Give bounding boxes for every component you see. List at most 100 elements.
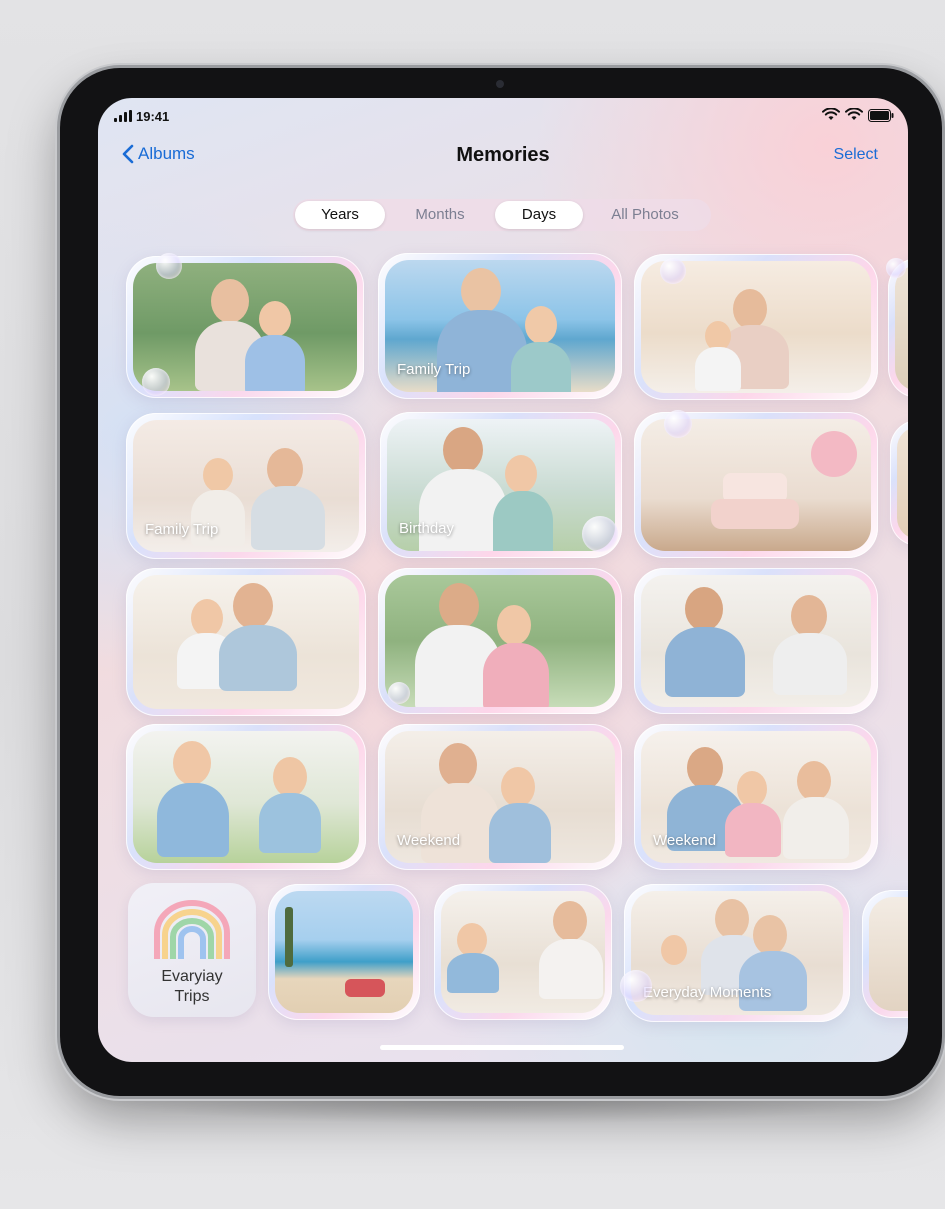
person: [251, 486, 325, 550]
person: [525, 306, 557, 344]
memory-photo: [385, 575, 615, 707]
segment-days[interactable]: Days: [495, 201, 583, 229]
person: [489, 803, 551, 863]
decorative-bubble: [664, 410, 692, 438]
person: [259, 793, 321, 853]
segment-months[interactable]: Months: [385, 201, 495, 229]
person: [737, 771, 767, 807]
memory-photo: [133, 263, 357, 391]
flower-vase: [811, 431, 857, 477]
album-everyday-trips[interactable]: Evaryiay Trips: [128, 883, 256, 1017]
album-title-line: Evaryiay: [161, 968, 223, 985]
decorative-bubble: [660, 258, 686, 284]
memory-photo: [641, 419, 871, 551]
battery-icon: [868, 108, 894, 122]
person: [791, 595, 827, 637]
person: [493, 491, 553, 551]
boat: [345, 979, 385, 997]
decorative-bubble: [156, 253, 182, 279]
person: [439, 583, 479, 629]
person: [553, 901, 587, 941]
person: [211, 279, 249, 323]
memory-card[interactable]: Everyday Moments: [624, 884, 850, 1022]
palm-tree: [285, 907, 293, 967]
person: [273, 757, 307, 797]
front-camera: [496, 80, 504, 88]
person: [797, 761, 831, 801]
memory-label: Family Trip: [397, 361, 471, 378]
rainbow-arch-icon: [154, 900, 230, 959]
person: [443, 427, 483, 473]
person: [457, 923, 487, 957]
memory-photo: [895, 265, 908, 391]
wifi-icon: [845, 108, 863, 120]
memory-card[interactable]: Weekend: [378, 724, 622, 870]
person: [687, 747, 723, 789]
memory-photo: [869, 897, 908, 1011]
memory-card[interactable]: [634, 568, 878, 714]
person: [665, 627, 745, 697]
person: [173, 741, 211, 785]
person: [511, 342, 571, 392]
decorative-bubble: [582, 516, 618, 552]
memory-card[interactable]: [890, 420, 908, 546]
navigation-bar: Albums Memories Select: [98, 142, 908, 176]
wifi-icon: [822, 108, 840, 120]
memory-card[interactable]: [434, 884, 612, 1020]
memory-card[interactable]: [126, 724, 366, 870]
memory-label: Everyday Moments: [643, 984, 772, 1001]
person: [685, 587, 723, 631]
decorative-bubble: [388, 682, 410, 704]
memory-card[interactable]: [862, 890, 908, 1018]
person: [539, 939, 603, 999]
memory-card[interactable]: [378, 568, 622, 714]
person: [421, 783, 499, 863]
status-time: 19:41: [136, 109, 170, 124]
memory-card[interactable]: Family Trip: [378, 253, 622, 399]
home-indicator[interactable]: [380, 1045, 624, 1050]
person: [773, 633, 847, 695]
memory-card[interactable]: Family Trip: [126, 413, 366, 559]
memory-card[interactable]: [268, 884, 420, 1020]
person: [505, 455, 537, 493]
memory-photo: [441, 891, 605, 1013]
segment-all-photos[interactable]: All Photos: [583, 201, 707, 229]
segment-years[interactable]: Years: [295, 201, 385, 229]
person: [739, 951, 807, 1011]
decorative-bubble: [142, 368, 170, 396]
memory-label: Birthday: [399, 520, 455, 537]
person: [661, 935, 687, 965]
decorative-bubble: [886, 258, 906, 278]
person: [245, 335, 305, 391]
page-title: Memories: [456, 144, 550, 166]
memory-photo: [133, 575, 359, 709]
person: [753, 915, 787, 955]
memory-label: Family Trip: [145, 521, 219, 538]
person: [725, 803, 781, 857]
memory-label: Weekend: [397, 832, 461, 849]
memory-photo: [641, 575, 871, 707]
memory-card[interactable]: [126, 568, 366, 716]
person: [439, 743, 477, 787]
person: [233, 583, 273, 629]
select-button[interactable]: Select: [834, 146, 878, 164]
person: [203, 458, 233, 492]
memory-photo: Weekend: [641, 731, 871, 863]
memory-photo: [133, 731, 359, 863]
album-title-line: Trips: [174, 988, 210, 1005]
person: [715, 899, 749, 939]
memory-photo: Weekend: [385, 731, 615, 863]
person: [447, 953, 499, 993]
person: [157, 783, 229, 857]
memory-photo: [275, 891, 413, 1013]
memory-card[interactable]: [888, 258, 908, 398]
birthday-cake: [711, 499, 799, 529]
person: [219, 625, 297, 691]
screen: 19:41 Albums Memories Select Years Month…: [98, 98, 908, 1062]
person: [461, 268, 501, 314]
memory-label: Weekend: [653, 832, 717, 849]
person: [267, 448, 303, 490]
person: [733, 289, 767, 329]
memory-card[interactable]: Weekend: [634, 724, 878, 870]
person: [191, 599, 223, 637]
